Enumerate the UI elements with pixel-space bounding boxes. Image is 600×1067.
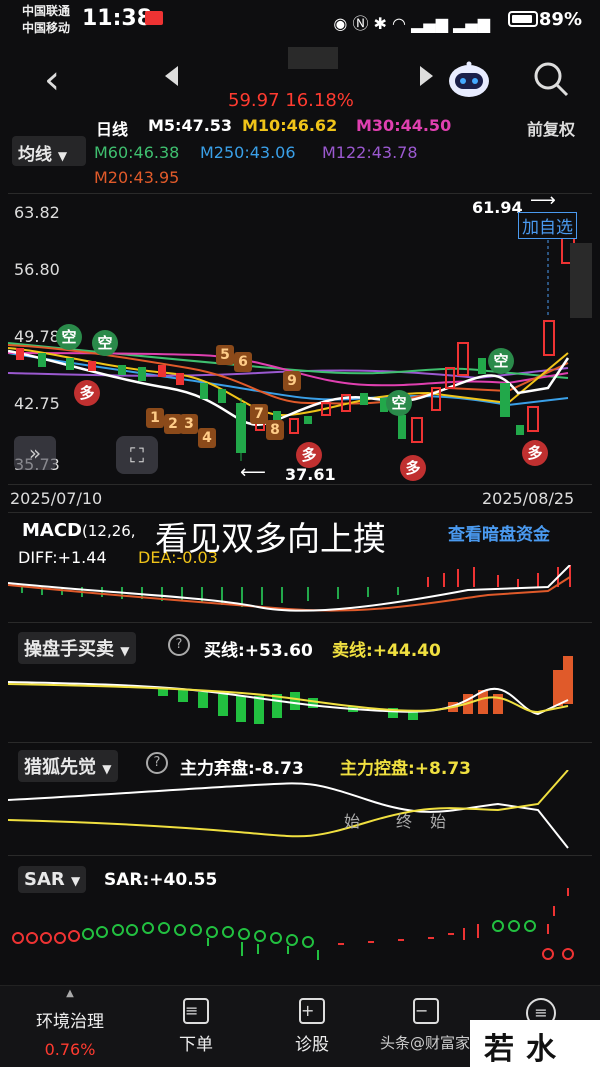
y-label-3: 49.78 [14,327,60,346]
document-icon: ≡ [183,998,209,1024]
date-end: 2025/08/25 [482,489,575,508]
start-marker: 始 [430,812,447,831]
start-marker: 始 [344,812,361,831]
liehu-svg [8,770,569,849]
robot-assistant-icon[interactable] [447,61,491,99]
diagnose-label: 诊股 [295,1035,329,1055]
minus-box-icon: − [413,998,439,1024]
ma30-value: M30:44.50 [356,116,452,135]
back-icon[interactable]: ‹ [44,57,60,103]
y-label-1: 63.82 [14,203,60,222]
add-box-icon: + [299,998,325,1024]
site-logo: 若水网 [470,1020,600,1067]
signal-kong: 空 [92,330,118,356]
macd-title-label: MACD [22,520,82,541]
order-label: 下单 [179,1035,213,1055]
price-change: 59.97 16.18% [228,90,354,111]
count-marker: 9 [283,371,301,391]
nav-env-governance[interactable]: ▲ 环境治理 0.76% [20,988,120,1059]
fullscreen-icon[interactable]: ⛶ [116,436,158,474]
next-stock-icon[interactable] [420,66,433,86]
status-icons: ◉ Ⓝ ✱ ◠ ▂▄▆ ▂▄▆ [333,14,490,33]
period-label[interactable]: 日线 [96,116,128,140]
ma10-value: M10:46.62 [242,116,338,135]
macd-svg [8,565,571,612]
count-marker: 6 [234,352,252,372]
caopan-svg [8,656,573,724]
expand-left-icon[interactable]: » [14,436,56,470]
count-marker: 8 [266,420,284,440]
divider [8,622,592,623]
divider [8,855,592,856]
signal-duo: 多 [522,440,548,466]
signal-kong: 空 [56,324,82,350]
ma122-value: M122:43.78 [322,143,418,162]
count-marker: 4 [198,428,216,448]
prev-stock-icon[interactable] [165,66,178,86]
nav-order[interactable]: ≡ 下单 [166,998,226,1055]
notification-icon [145,11,163,25]
battery-icon [508,11,538,27]
watermark-user: 财富家 [425,1034,471,1052]
macd-params: (12,26, [82,522,136,540]
ma20-value: M20:43.95 [94,168,180,187]
count-marker: 1 [146,408,164,428]
ma-selector-button[interactable]: 均线 ▼ [12,136,86,166]
watermark-toutiao: 头条@财富家 [380,1032,470,1053]
signal-duo: 多 [400,455,426,481]
arrow-left-icon: ⟵ [240,462,266,483]
date-start: 2025/07/10 [10,489,103,508]
battery-percent: 89% [538,9,582,30]
env-percent: 0.76% [44,1040,96,1059]
watermark-prefix: 头条@ [380,1034,426,1052]
macd-title[interactable]: MACD(12,26, [22,520,136,541]
count-marker: 5 [216,345,234,365]
carrier-1: 中国联通 [22,4,71,18]
count-marker: 3 [180,414,198,434]
fq-label[interactable]: 前复权 [527,116,575,140]
sar-svg [12,888,574,960]
signal-duo: 多 [74,380,100,406]
nav-diagnose[interactable]: + 诊股 [282,998,342,1055]
arrow-right-icon: ⟶ [530,190,556,211]
y-label-2: 56.80 [14,260,60,279]
divider [8,742,592,743]
nav-minus[interactable]: − [386,998,466,1030]
ma-selector-label: 均线 [18,145,52,165]
ma60-value: M60:46.38 [94,143,180,162]
signal-kong: 空 [386,390,412,416]
ma250-value: M250:43.06 [200,143,296,162]
carrier-2: 中国移动 [22,21,71,35]
dark-pool-link[interactable]: 查看暗盘资金 [448,520,550,545]
search-icon[interactable] [532,60,570,98]
overlay-caption: 看见双多向上摸 [155,519,386,558]
env-label: 环境治理 [36,1012,104,1032]
stock-name-redacted [288,47,338,69]
ma5-value: M5:47.53 [148,116,233,135]
y-label-4: 42.75 [14,394,60,413]
high-price-label: 61.94 [472,198,523,217]
signal-kong: 空 [488,348,514,374]
caret-up-icon: ▲ [66,988,74,999]
add-watchlist-button[interactable]: 加自选 [518,212,577,239]
chevron-down-icon: ▼ [57,149,68,163]
end-marker: 终 [396,812,413,831]
signal-duo: 多 [296,442,322,468]
status-bar: 中国联通 中国移动 11:38 ◉ Ⓝ ✱ ◠ ▂▄▆ ▂▄▆ 89% [0,0,600,40]
clock: 11:38 [82,6,153,31]
